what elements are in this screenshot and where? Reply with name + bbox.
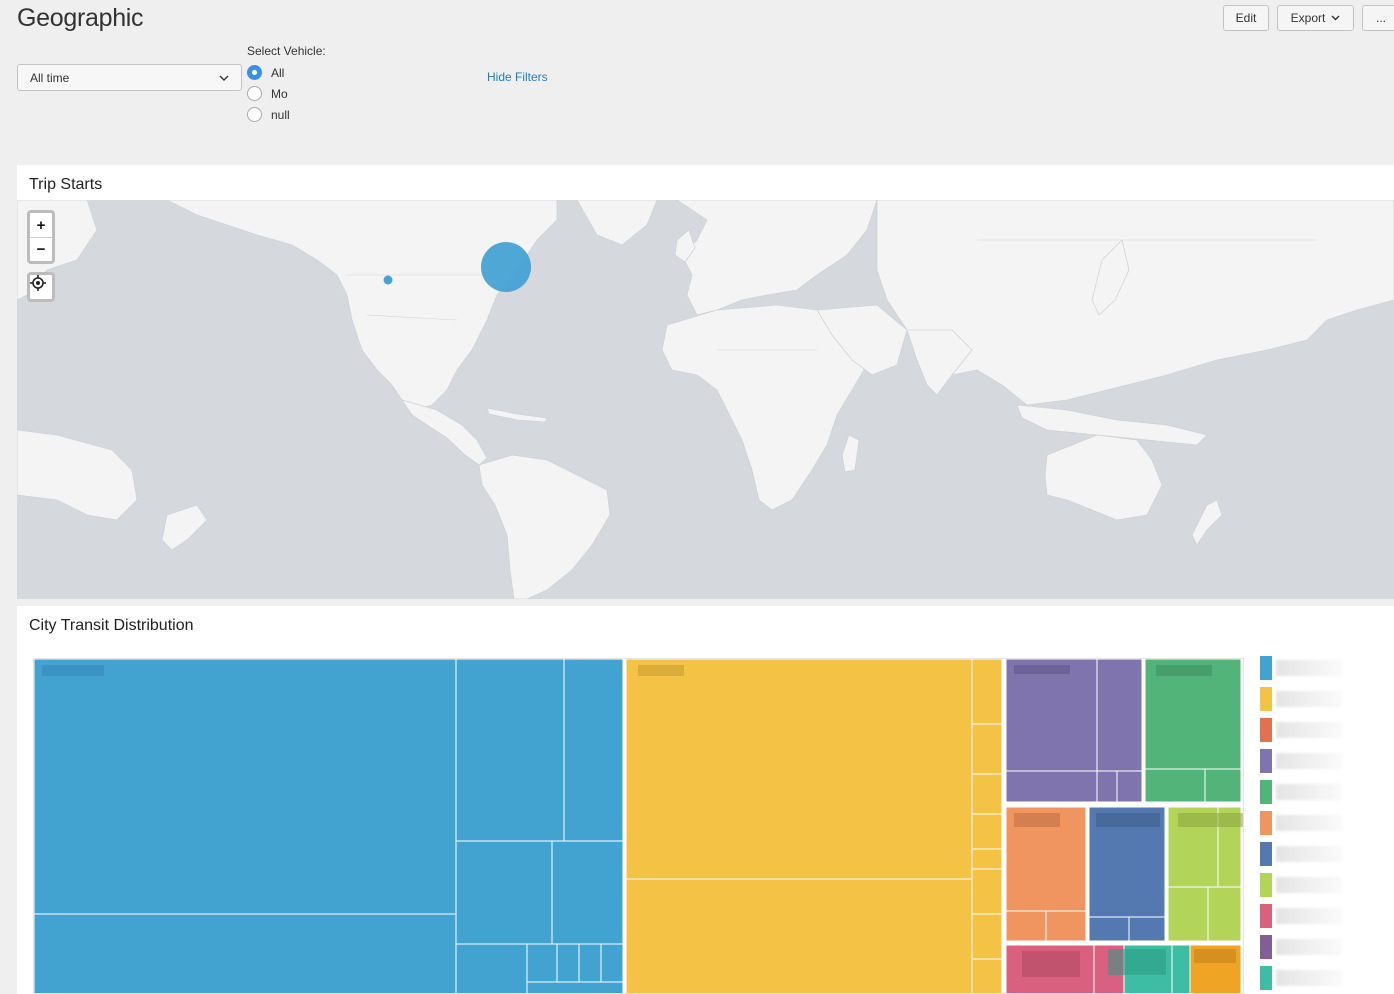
world-map[interactable]: + − [17, 200, 1394, 599]
map-land [17, 200, 1394, 599]
treemap-cell [526, 981, 624, 993]
radio-mo[interactable] [247, 86, 262, 101]
vehicle-option-mo[interactable]: Mo [247, 86, 288, 101]
treemap-cell [1116, 770, 1143, 803]
zoom-controls: + − [27, 210, 55, 264]
legend-swatch [1260, 842, 1272, 866]
legend-swatch [1260, 749, 1272, 773]
treemap-cell [971, 813, 1003, 850]
legend-item[interactable] [1260, 749, 1370, 773]
treemap-cell [971, 773, 1003, 815]
treemap-cell [1128, 916, 1166, 942]
legend-item[interactable] [1260, 966, 1370, 990]
panel-title: Trip Starts [29, 176, 103, 193]
treemap-cell [1096, 770, 1118, 803]
treemap-cell [1005, 659, 1098, 772]
page-title: Geographic [17, 4, 144, 32]
plus-icon[interactable]: + [30, 213, 52, 237]
more-actions-label: ... [1376, 11, 1387, 25]
more-actions-button[interactable]: ... [1362, 5, 1394, 31]
legend-item[interactable] [1260, 873, 1370, 897]
legend-swatch [1260, 687, 1272, 711]
treemap-canvas [34, 659, 1243, 993]
legend-swatch [1260, 811, 1272, 835]
vehicle-option-label: null [271, 107, 290, 122]
treemap-cell [34, 913, 457, 993]
treemap-cell [455, 840, 553, 945]
legend-swatch [1260, 904, 1272, 928]
crosshair-icon [30, 275, 46, 291]
vehicle-option-label: All [271, 65, 285, 80]
edit-button-label: Edit [1235, 11, 1257, 25]
treemap-cell [563, 659, 624, 842]
treemap-cell [971, 958, 1003, 993]
vehicle-option-all[interactable]: All [247, 65, 284, 80]
legend-swatch [1260, 656, 1272, 680]
treemap-cell [551, 840, 624, 945]
export-button-label: Export [1290, 11, 1326, 25]
treemap-cell [578, 943, 602, 983]
radio-null[interactable] [247, 107, 262, 122]
treemap-cell [1045, 910, 1087, 942]
treemap-cell [971, 868, 1003, 915]
legend-item[interactable] [1260, 811, 1370, 835]
legend-item[interactable] [1260, 780, 1370, 804]
panel-title: City Transit Distribution [29, 617, 194, 634]
treemap-cell [971, 848, 1003, 870]
treemap-cell [1207, 886, 1242, 942]
legend-swatch [1260, 966, 1272, 990]
minus-icon[interactable]: − [30, 237, 52, 261]
vehicle-filter-label: Select Vehicle: [247, 44, 326, 58]
treemap-cell [971, 913, 1003, 960]
trip-starts-panel: Trip Starts + − [17, 165, 1394, 599]
treemap-cell [455, 943, 528, 993]
legend-item[interactable] [1260, 687, 1370, 711]
legend-item[interactable] [1260, 718, 1370, 742]
treemap-cell [1167, 886, 1209, 942]
radio-all[interactable] [247, 65, 262, 80]
treemap-cell [971, 723, 1003, 775]
vehicle-option-label: Mo [271, 86, 288, 101]
treemap-cell [455, 659, 565, 842]
edit-button[interactable]: Edit [1223, 5, 1269, 31]
map-bubble[interactable] [383, 275, 393, 285]
legend-item[interactable] [1260, 656, 1370, 680]
city-transit-panel: City Transit Distribution [17, 606, 1394, 994]
treemap-cell [34, 659, 457, 915]
treemap[interactable] [33, 658, 1244, 994]
treemap-cell [1204, 768, 1242, 803]
time-range-value: All time [30, 70, 70, 85]
treemap-cell [1144, 768, 1206, 803]
time-range-picker[interactable]: All time [17, 64, 242, 91]
treemap-cell [1005, 910, 1047, 942]
chevron-down-icon [219, 75, 229, 81]
legend-swatch [1260, 718, 1272, 742]
treemap-cell [600, 943, 624, 983]
legend-swatch [1260, 935, 1272, 959]
treemap-cell [1096, 659, 1143, 772]
legend-swatch [1260, 780, 1272, 804]
treemap-cell [971, 659, 1003, 725]
treemap-cell [1005, 770, 1098, 803]
treemap-cell [625, 659, 973, 880]
legend-swatch [1260, 873, 1272, 897]
treemap-cell [1171, 944, 1191, 993]
chevron-down-icon [1331, 15, 1340, 21]
legend-item[interactable] [1260, 842, 1370, 866]
hide-filters-link[interactable]: Hide Filters [487, 70, 548, 84]
treemap-cell [625, 878, 973, 993]
treemap-cell [526, 943, 558, 983]
treemap-cell [1088, 916, 1130, 942]
treemap-cell [556, 943, 580, 983]
export-button[interactable]: Export [1277, 5, 1354, 31]
legend-item[interactable] [1260, 904, 1370, 928]
vehicle-option-null[interactable]: null [247, 107, 290, 122]
locate-button[interactable] [27, 272, 55, 302]
legend-item[interactable] [1260, 935, 1370, 959]
map-bubble[interactable] [481, 242, 531, 292]
